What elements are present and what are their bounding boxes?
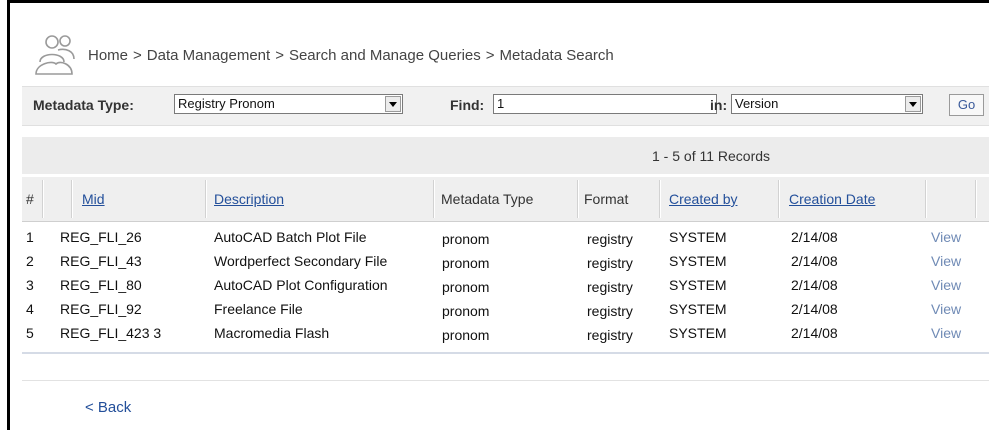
table-row: 1 REG_FLI_26 AutoCAD Batch Plot File pro… [22,227,989,247]
row-format: registry [587,279,633,295]
breadcrumb-row: Home > Data Management > Search and Manage Q… [32,32,614,78]
view-link[interactable]: View [931,277,961,293]
column-divider [42,180,44,218]
back-link[interactable]: < Back [85,399,131,416]
row-format: registry [587,231,633,247]
row-created-by: SYSTEM [669,277,727,293]
row-mid: REG_FLI_43 [60,253,142,269]
breadcrumb-current-page: Metadata Search [499,46,614,64]
table-row: 3 REG_FLI_80 AutoCAD Plot Configuration … [22,275,989,295]
view-link[interactable]: View [931,325,961,341]
row-metadata-type: pronom [442,255,490,271]
row-description: Freelance File [214,301,303,317]
breadcrumb-separator: > [485,46,495,64]
column-header-mid[interactable]: Mid [82,191,105,207]
table-row: 5 REG_FLI_423 3 Macromedia Flash pronom … [22,323,989,343]
row-metadata-type: pronom [442,303,490,319]
row-mid: REG_FLI_92 [60,301,142,317]
table-bottom-border [22,352,989,354]
dropdown-arrow-icon[interactable] [905,96,921,112]
column-header-description[interactable]: Description [214,191,284,207]
breadcrumb: Home > Data Management > Search and Manage Q… [88,47,614,64]
row-creation-date: 2/14/08 [791,325,838,341]
column-header-format: Format [584,191,629,207]
metadata-type-label: Metadata Type: [33,97,134,113]
in-field-value: Version [735,96,779,111]
row-created-by: SYSTEM [669,229,727,245]
dropdown-arrow-icon[interactable] [385,96,401,112]
breadcrumb-data-management[interactable]: Data Management [147,47,270,64]
row-created-by: SYSTEM [669,325,727,341]
row-creation-date: 2/14/08 [791,229,838,245]
column-divider [433,180,435,218]
row-metadata-type: pronom [442,231,490,247]
row-creation-date: 2/14/08 [791,253,838,269]
row-number: 3 [26,277,34,293]
row-creation-date: 2/14/08 [791,301,838,317]
column-header-creation-date[interactable]: Creation Date [789,191,875,207]
row-mid: REG_FLI_80 [60,277,142,293]
row-description: Wordperfect Secondary File [214,253,388,269]
row-mid: REG_FLI_26 [60,229,142,245]
table-row: 2 REG_FLI_43 Wordperfect Secondary File … [22,251,989,271]
breadcrumb-search-manage-queries[interactable]: Search and Manage Queries [289,47,481,64]
view-link[interactable]: View [931,301,961,317]
row-format: registry [587,255,633,271]
row-number: 4 [26,301,34,317]
in-label: in: [710,97,728,113]
column-divider [577,180,579,218]
row-description: AutoCAD Batch Plot File [214,229,367,245]
column-header-number: # [26,191,34,207]
breadcrumb-home[interactable]: Home [88,47,128,64]
column-divider [71,180,73,218]
column-divider [925,180,927,218]
search-bar: Metadata Type: Registry Pronom Find: 1 i… [22,86,989,126]
column-header-created-by[interactable]: Created by [669,191,737,207]
in-field-select[interactable]: Version [731,94,923,114]
column-divider [778,180,780,218]
find-input[interactable]: 1 [493,94,717,114]
metadata-type-select[interactable]: Registry Pronom [174,94,403,114]
column-divider [205,180,207,218]
go-button[interactable]: Go [949,94,984,116]
column-divider [659,180,661,218]
table-header: # Mid Description Metadata Type Format C… [22,177,989,222]
records-summary: 1 - 5 of 11 Records [652,148,771,164]
row-description: AutoCAD Plot Configuration [214,277,388,293]
row-format: registry [587,303,633,319]
footer-divider [22,380,989,381]
row-mid: REG_FLI_423 3 [60,325,162,341]
window-frame-top [7,0,989,3]
users-icon [35,35,75,75]
find-label: Find: [450,97,485,113]
row-description: Macromedia Flash [214,325,330,341]
row-created-by: SYSTEM [669,253,727,269]
row-number: 1 [26,229,34,245]
view-link[interactable]: View [931,229,961,245]
metadata-type-value: Registry Pronom [178,96,275,111]
column-divider [975,180,977,218]
window-frame-left [7,0,10,430]
table-row: 4 REG_FLI_92 Freelance File pronom regis… [22,299,989,319]
row-number: 5 [26,325,34,341]
records-bar: 1 - 5 of 11 Records [22,137,989,174]
row-metadata-type: pronom [442,327,490,343]
row-format: registry [587,327,633,343]
row-number: 2 [26,253,34,269]
breadcrumb-separator: > [133,46,142,64]
row-metadata-type: pronom [442,279,490,295]
row-creation-date: 2/14/08 [791,277,838,293]
view-link[interactable]: View [931,253,961,269]
row-created-by: SYSTEM [669,301,727,317]
column-header-metadata-type: Metadata Type [441,191,534,207]
breadcrumb-separator: > [275,46,284,64]
